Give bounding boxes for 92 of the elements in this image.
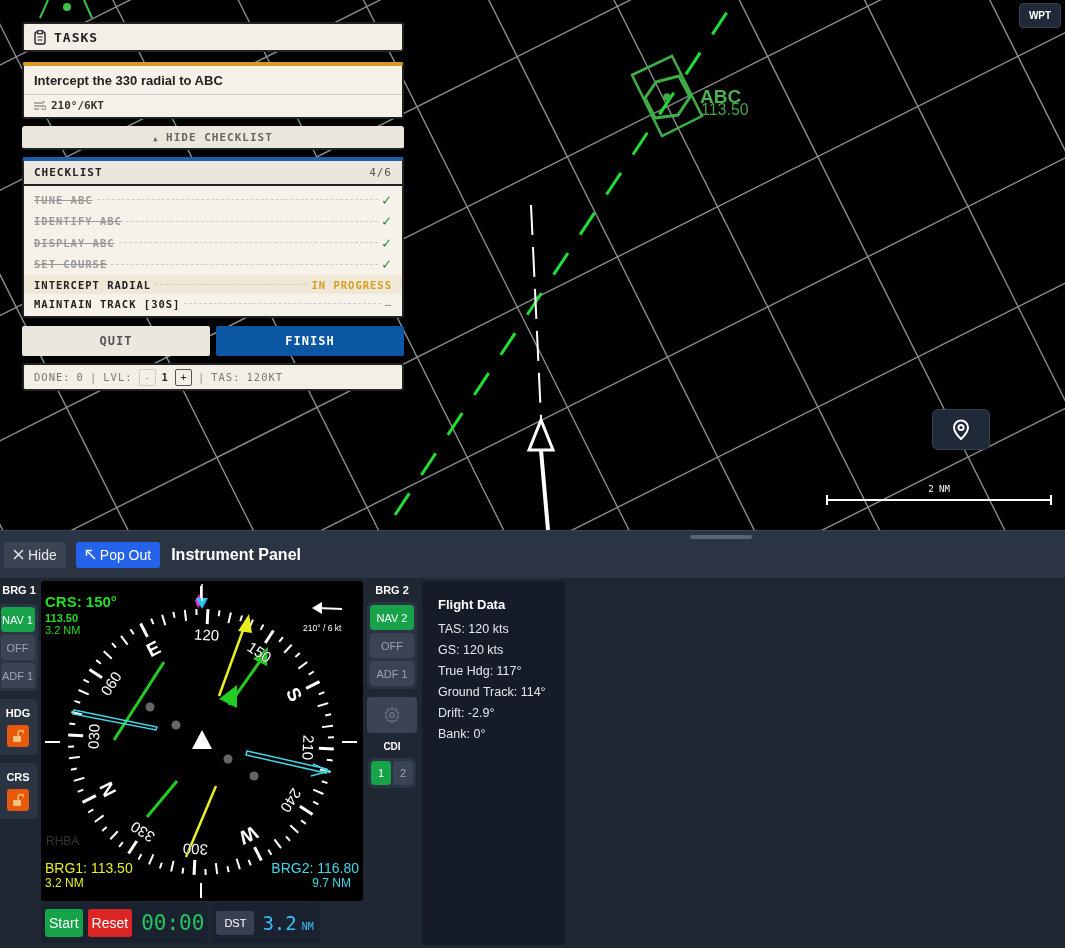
level-value: 1 (161, 371, 169, 383)
dial-label: 060 (96, 668, 125, 699)
flight-data-title: Flight Data (438, 597, 507, 612)
brg1-label: BRG 1 (1, 584, 37, 596)
waypoint-button[interactable]: WPT (1019, 3, 1061, 28)
tas-label: TAS: (211, 371, 241, 383)
flight-data-row-text: Ground Track: 114° (438, 685, 547, 699)
lock-icon (12, 729, 24, 743)
source-option[interactable]: OFF (370, 633, 414, 658)
dial-label: 210 (299, 734, 318, 761)
scale-label: 2 NM (928, 484, 950, 494)
dial-label: 030 (84, 723, 103, 750)
flight-data-row-text: GS: 120 kts (438, 643, 505, 657)
quit-button[interactable]: QUIT (22, 326, 210, 356)
source-option[interactable]: ADF 1 (0, 663, 35, 688)
dial-label: N (95, 778, 121, 801)
tasks-title: TASKS (54, 29, 99, 45)
brg2-frequency: BRG2: 116.80 (271, 861, 359, 877)
source-option[interactable]: NAV 1 (0, 607, 35, 632)
checklist-item: MAINTAIN TRACK [30S] – (33, 296, 393, 312)
checklist-title: CHECKLIST (34, 166, 103, 179)
source-option[interactable]: NAV 2 (370, 605, 414, 630)
lock-button[interactable] (7, 725, 29, 747)
checklist-item: DISPLAY ABC ✓ (33, 232, 393, 254)
wind-readout: 210° / 6 kt (303, 623, 342, 633)
increase-button[interactable]: + (174, 368, 192, 386)
brg2-distance: 9.7 NM (312, 876, 351, 890)
waypoint-marker-drawing (39, 0, 93, 19)
separator: | (197, 371, 206, 383)
drag-handle[interactable] (690, 535, 752, 539)
settings-button[interactable] (367, 697, 417, 733)
distance-value: 3.2 (262, 912, 297, 934)
checklist-item: INTERCEPT RADIAL IN PROGRESS (24, 275, 402, 294)
hide-button[interactable]: Hide (4, 541, 66, 568)
panel-title: Instrument Panel (171, 545, 301, 564)
source-option[interactable]: OFF (0, 635, 35, 660)
close-icon (13, 549, 24, 560)
checklist-count: 4/6 (369, 166, 392, 179)
lock-button[interactable] (7, 789, 29, 811)
brg1-frequency: BRG1: 113.50 (45, 861, 133, 877)
course-frequency: 113.50 (45, 612, 80, 624)
course-readout: CRS: 150° (45, 593, 117, 610)
cdi-option[interactable]: 2 (393, 761, 413, 785)
settings-icon (383, 706, 401, 724)
dial-label: 300 (182, 840, 209, 859)
aircraft-symbol-icon (192, 730, 212, 749)
checklist-item: TUNE ABC ✓ (33, 189, 393, 211)
distance-unit: NM (301, 920, 314, 932)
dial-label: 240 (277, 785, 306, 816)
aircraft-icon (526, 415, 556, 530)
checklist-item: IDENTIFY ABC ✓ (33, 211, 393, 232)
source-option[interactable]: ADF 1 (370, 661, 414, 686)
dial-label: 150 (244, 637, 275, 666)
dial-label: W (235, 821, 262, 849)
dial-label: 120 (193, 625, 220, 644)
heading-bug-icon (195, 583, 208, 609)
flight-data-row-text: TAS: 120 kts (438, 622, 510, 636)
clipboard-icon (34, 29, 46, 45)
separator: | (89, 371, 98, 383)
dial-label: 330 (127, 818, 158, 847)
arrow-icon (84, 549, 96, 560)
task-title: Intercept the 330 radial to ABC (24, 66, 402, 95)
locate-button[interactable] (932, 409, 990, 450)
flight-data-row-text: Bank: 0° (438, 727, 487, 741)
dial-label: E (143, 636, 164, 662)
decrease-button[interactable]: - (138, 368, 156, 386)
flight-data-row-text: Drift: -2.9° (438, 706, 496, 720)
distance-button[interactable]: DST (216, 911, 255, 935)
pop-out-button[interactable]: Pop Out (75, 541, 161, 568)
level-label: LVL: (103, 371, 133, 383)
finish-button[interactable]: FINISH (216, 326, 404, 356)
flight-data-row-text: True Hdg: 117° (438, 664, 523, 678)
done-value: 0 (76, 371, 84, 383)
done-label: DONE: (34, 371, 71, 383)
location-pin-icon (951, 418, 971, 441)
crs-label: CRS (6, 771, 30, 783)
cdi-label: CDI (383, 741, 401, 752)
start-button[interactable]: Start (45, 909, 83, 937)
checklist-item: SET COURSE ✓ (33, 254, 393, 275)
brg1-distance: 3.2 NM (45, 876, 85, 890)
dial-label: S (281, 684, 307, 705)
wind-icon (34, 101, 46, 110)
timer-readout: 00:00 (141, 911, 205, 935)
lock-icon (12, 793, 24, 807)
reset-button[interactable]: Reset (87, 909, 133, 937)
course-distance: 3.2 NM (45, 624, 82, 636)
tas-value: 120KT (246, 371, 284, 383)
hdg-label: HDG (5, 707, 31, 719)
wind-reading: 210°/6KT (51, 99, 104, 112)
cdi-option[interactable]: 1 (371, 761, 391, 785)
brg2-label: BRG 2 (375, 584, 409, 596)
wind-arrow-icon (312, 602, 343, 614)
